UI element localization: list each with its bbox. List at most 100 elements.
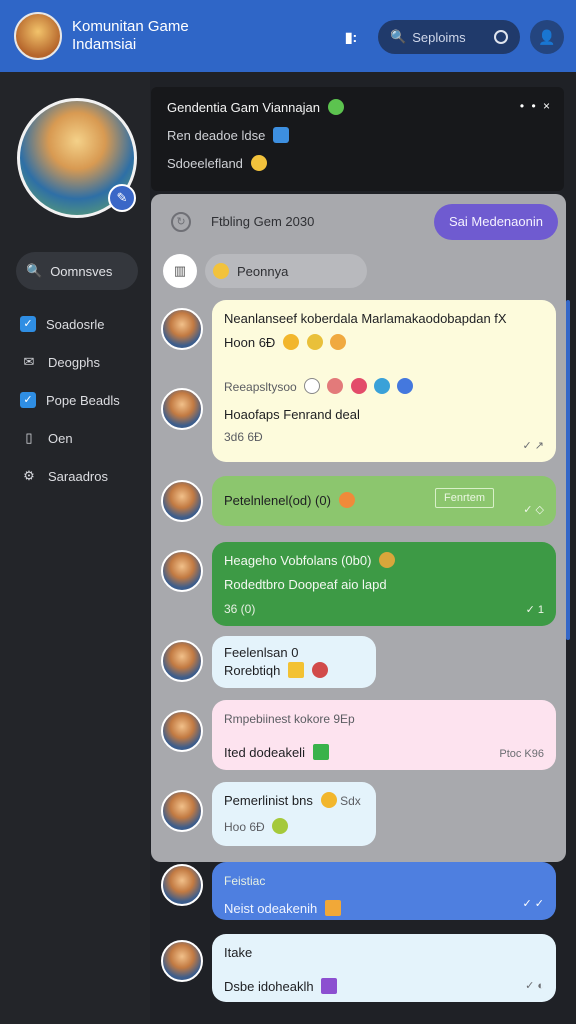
avatar[interactable] (161, 550, 203, 592)
chart-icon[interactable]: ▥ (163, 254, 197, 288)
message-bubble[interactable]: Rmpebiinest kokore 9Ep Ited dodeakeli Pt… (212, 700, 556, 770)
menu-button[interactable]: ▮: (340, 28, 362, 46)
heart-emoji-icon (306, 334, 323, 350)
message-bubble[interactable]: Itake Dsbe idoheaklh ✓ ◐ (212, 934, 556, 1002)
app-title: Komunitan Game Indamsiai (72, 18, 272, 54)
card-menu-icon[interactable]: • • × (520, 99, 552, 113)
face-emoji-icon (213, 263, 229, 279)
emoji-icon (338, 492, 355, 508)
featured-line2: Ren deadoe ldse (167, 127, 548, 143)
message-text: Petelnlenel(od) (0) (224, 492, 544, 510)
message-subtext: Hoon 6Ð (224, 334, 544, 352)
app-title-line1: Komunitan Game (72, 18, 189, 35)
message-time: 3d6 6Ð (224, 430, 263, 444)
sidebar-search-label: Oomnsves (50, 263, 113, 279)
sidebar-item-3[interactable]: ✓ Pope Beadls (20, 382, 148, 418)
read-receipt-icon: ✓ ✓ (522, 898, 545, 910)
message-subtext-value: Dsbe idoheaklh (224, 979, 314, 994)
featured-line3: Sdoeelefland (167, 155, 548, 171)
app-logo (14, 12, 62, 60)
message-line: Hoaofaps Fenrand deal (224, 406, 544, 424)
message-bubble[interactable]: Petelnlenel(od) (0) Fenrtem ✓ ◇ (212, 476, 556, 526)
emoji-icon (320, 792, 337, 808)
sidebar-item-5[interactable]: ⚙ Saraadros (20, 458, 148, 494)
sidebar-item-label: Saraadros (48, 468, 108, 484)
message-subtext: Ited dodeakeli (224, 744, 544, 762)
star-emoji-icon (312, 744, 329, 760)
sidebar-item-label: Soadosrle (46, 316, 105, 332)
featured-line2-text: Ren deadoe ldse (167, 128, 266, 143)
message-bubble[interactable]: Heageho Vobfolans (0b0) Rodedtbro Doopea… (212, 542, 556, 626)
user-icon[interactable]: 👤 (530, 20, 564, 54)
search-icon: 🔍 (390, 29, 407, 44)
emoji-icon (272, 818, 289, 834)
refresh-icon[interactable]: ↻ (171, 212, 191, 232)
message-chip[interactable]: Fenrtem (435, 488, 494, 508)
message-subtext-value: Ited dodeakeli (224, 745, 305, 760)
app-header: Komunitan Game Indamsiai ▮: 🔍 Seploims 👤 (0, 0, 576, 72)
panel-action-button[interactable]: Sai Medenaonin (434, 204, 558, 240)
emoji-icon (327, 378, 344, 394)
message-text: Feistiac (224, 874, 266, 888)
sidebar-search[interactable]: 🔍 Oomnsves (16, 252, 138, 290)
read-receipt-icon: ✓ ◇ (523, 504, 544, 516)
sidebar-item-2[interactable]: ✉ Deogphs (20, 344, 148, 380)
header-search[interactable]: 🔍 Seploims (378, 20, 520, 54)
sidebar-item-label: Oen (48, 430, 73, 446)
message-line-text: Hoaofaps Fenrand deal (224, 407, 360, 422)
message-reactions-text: Reeapsltysoo (224, 380, 297, 394)
message-subtext: Neist odeakenih (224, 900, 544, 918)
message-bubble[interactable]: Feelenlsan 0 Rorebtiqh (212, 636, 376, 688)
message-text: Pemerlinist bns Sdx (224, 792, 364, 810)
featured-card[interactable]: Gendentia Gam Viannajan Ren deadoe ldse … (151, 87, 564, 191)
avatar[interactable] (161, 864, 203, 906)
message-meta: Ptoc K96 (499, 748, 544, 760)
emoji-icon (321, 978, 338, 994)
sidebar-nav: ✓ Soadosrle ✉ Deogphs ✓ Pope Beadls ▯ Oe… (20, 306, 148, 496)
featured-title-text: Gendentia Gam Viannajan (167, 100, 320, 115)
star-emoji-icon (282, 334, 299, 350)
emoji-icon (379, 552, 396, 568)
checkbox-checked-icon: ✓ (20, 392, 36, 408)
avatar[interactable] (161, 388, 203, 430)
emoji-icon (288, 662, 304, 678)
message-text: Feelenlsan 0 (224, 645, 299, 660)
filter-pill[interactable]: Peonnya (205, 254, 367, 288)
sidebar-item-1[interactable]: ✓ Soadosrle (20, 306, 148, 342)
search-icon: 🔍 (26, 263, 43, 278)
emoji-icon (324, 900, 341, 916)
smile-emoji-icon (330, 334, 347, 350)
message-time: 36 (0) (224, 602, 256, 616)
panel-title: Ftbling Gem 2030 (211, 214, 315, 229)
emoji-icon (374, 378, 391, 394)
message-text-suffix: Sdx (340, 794, 361, 808)
avatar[interactable] (161, 308, 203, 350)
sidebar-item-label: Deogphs (48, 354, 101, 370)
message-subtext-value: Neist odeakenih (224, 901, 318, 916)
scrollbar[interactable] (566, 300, 570, 640)
message-subtext: Rodedtbro Doopeaf aio lapd (224, 577, 387, 592)
avatar[interactable] (161, 790, 203, 832)
featured-line3-text: Sdoeelefland (167, 156, 243, 171)
filter-label: Peonnya (237, 263, 289, 279)
avatar[interactable] (161, 940, 203, 982)
message-bubble[interactable]: Feistiac Neist odeakenih ✓ ✓ (212, 862, 556, 920)
avatar[interactable] (161, 710, 203, 752)
edit-profile-icon[interactable]: ✎ (108, 184, 136, 212)
message-text: Neanlanseef koberdala Marlamakaodobapdan… (224, 311, 507, 326)
emoji-icon (350, 378, 367, 394)
avatar[interactable] (161, 480, 203, 522)
featured-title: Gendentia Gam Viannajan (167, 99, 548, 115)
settings-icon: ⚙ (23, 468, 35, 483)
message-subtext-value: Rorebtiqh (224, 663, 281, 678)
smile-emoji-icon (250, 155, 267, 171)
sidebar-item-label: Pope Beadls (46, 392, 120, 408)
emoji-icon (397, 378, 414, 394)
sidebar-item-4[interactable]: ▯ Oen (20, 420, 148, 456)
read-count: 1 (537, 604, 544, 616)
read-receipt: ✓ 1 (525, 604, 544, 616)
message-bubble[interactable]: Neanlanseef koberdala Marlamakaodobapdan… (212, 300, 556, 462)
message-bubble[interactable]: Pemerlinist bns Sdx Hoo 6Ð (212, 782, 376, 846)
avatar[interactable] (161, 640, 203, 682)
message-text: Heageho Vobfolans (0b0) (224, 552, 544, 570)
